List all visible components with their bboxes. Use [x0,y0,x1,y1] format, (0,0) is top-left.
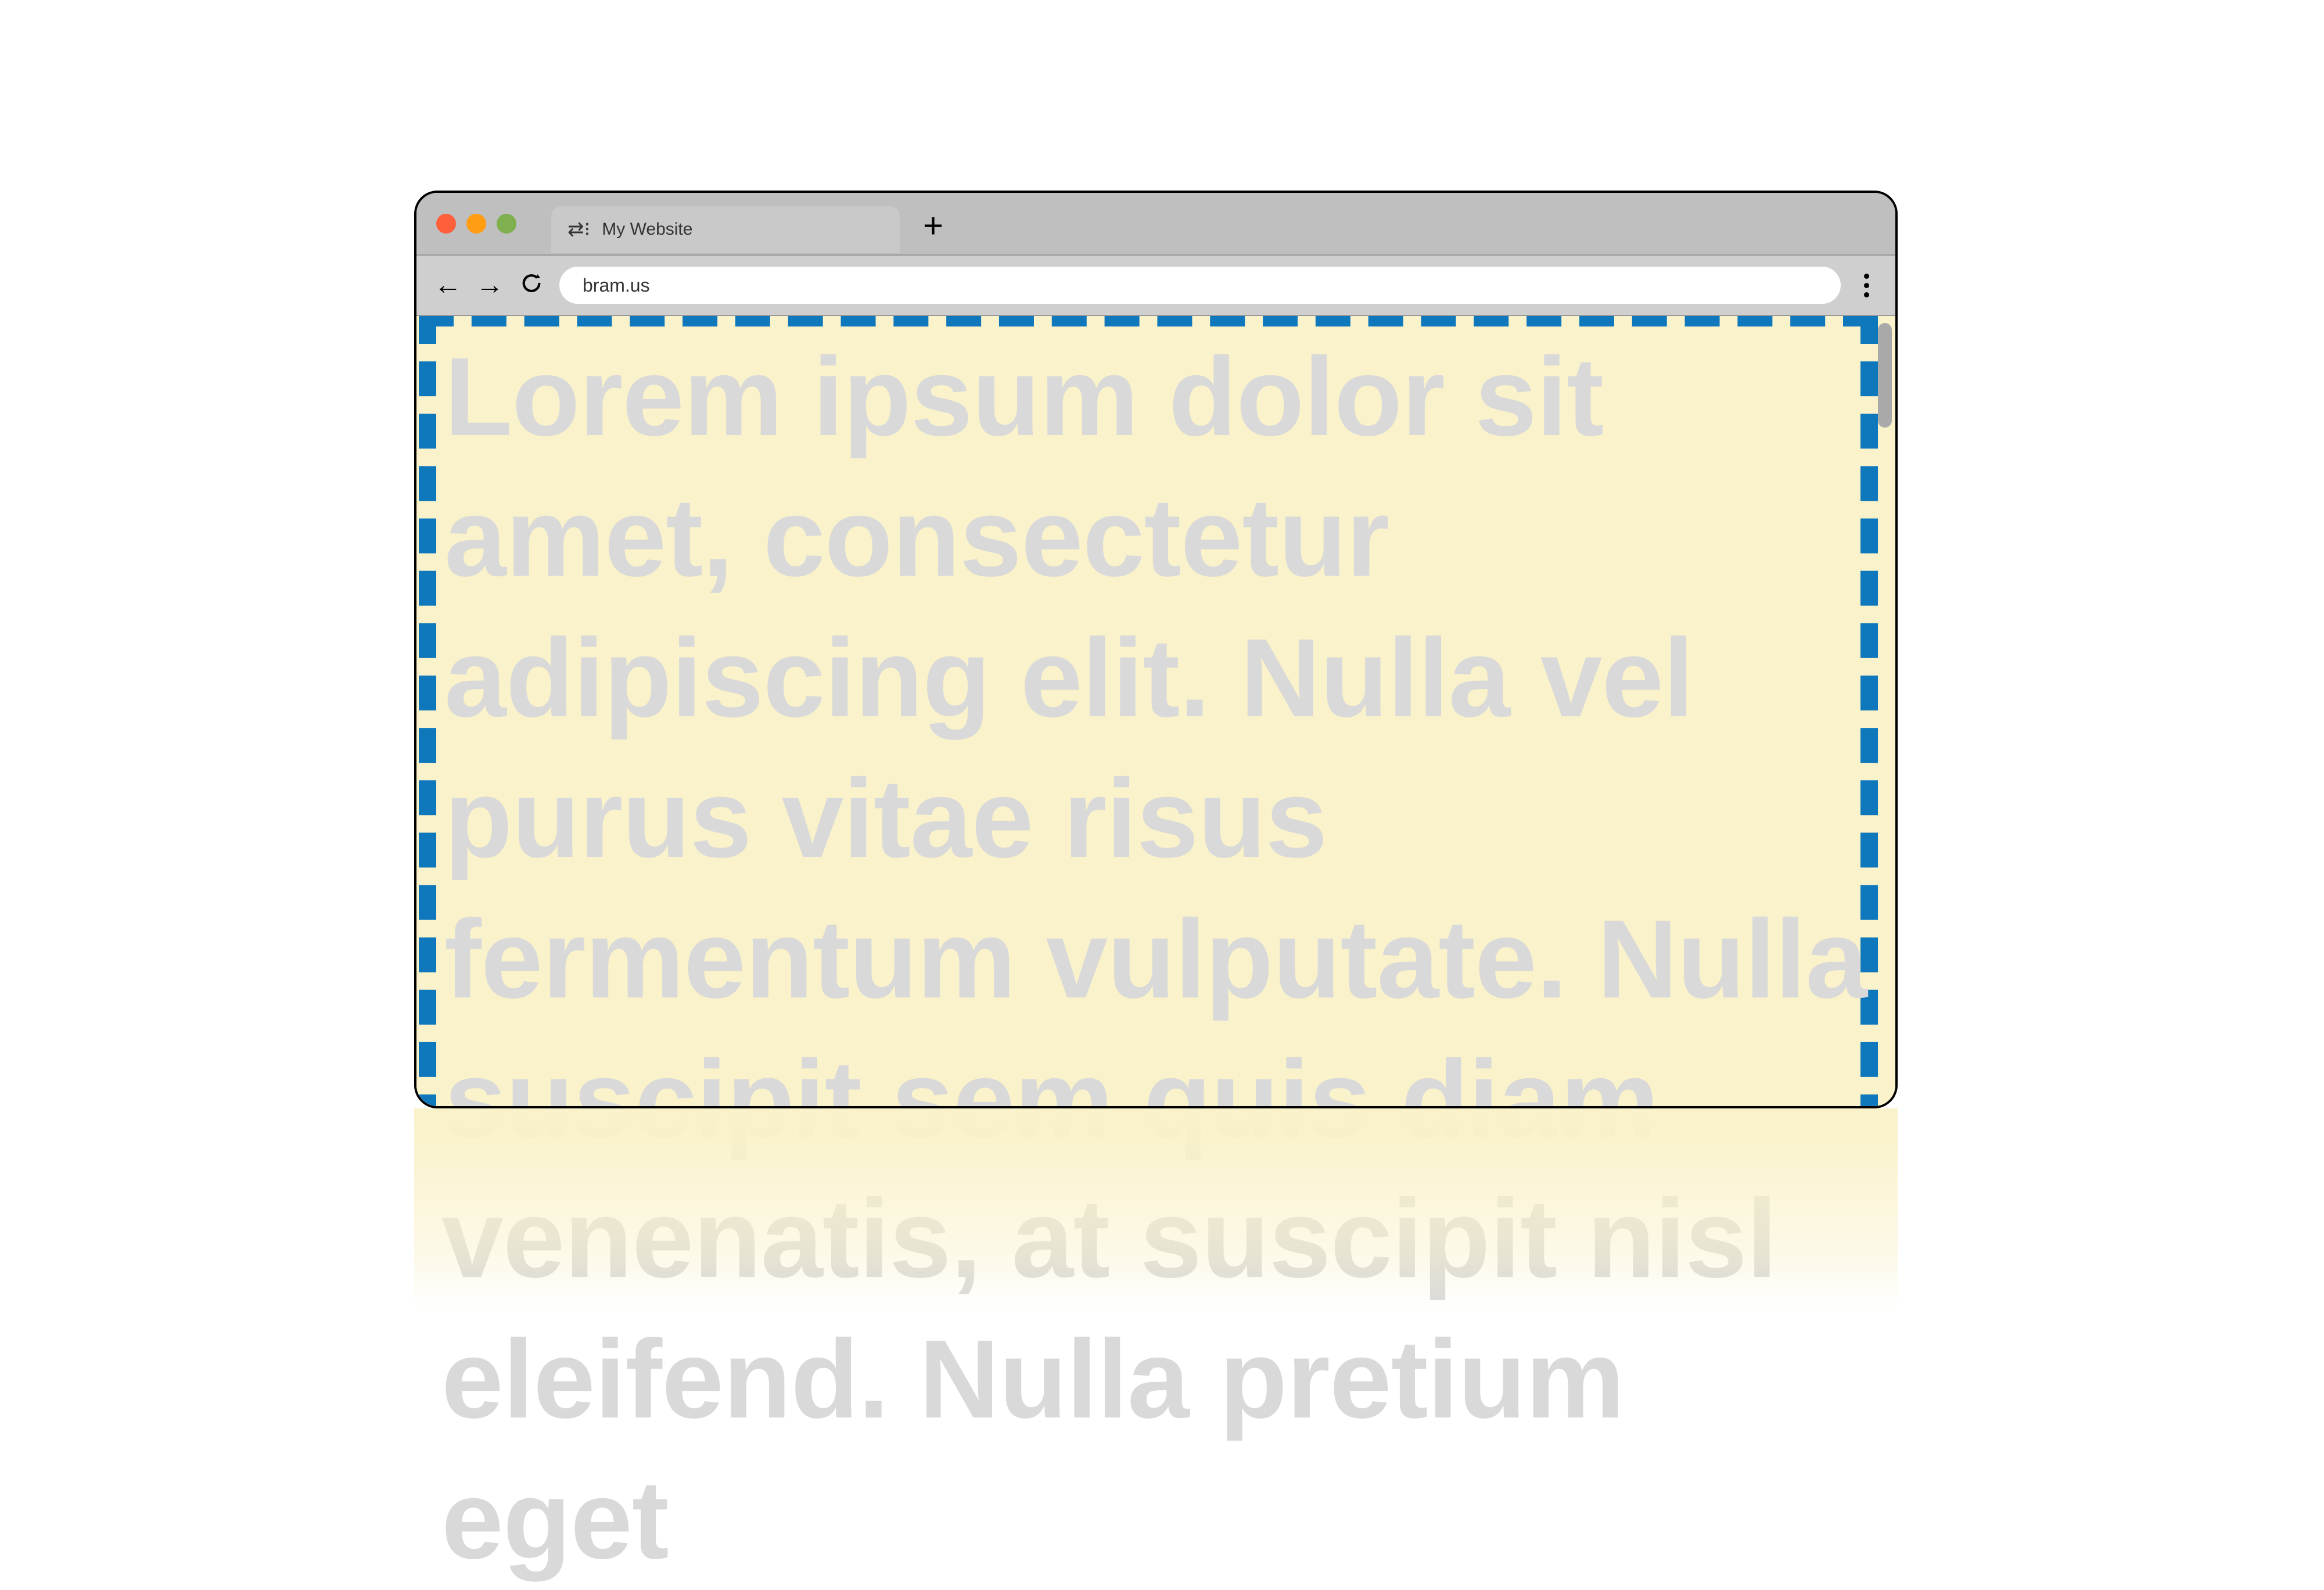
window-controls [436,214,516,234]
reload-icon [520,271,543,295]
close-window-button[interactable] [436,214,456,234]
site-icon: ⇄⁝ [567,220,590,239]
toolbar: ← → bram.us [416,256,1895,316]
minimize-window-button[interactable] [466,214,486,234]
browser-menu-button[interactable] [1855,274,1878,297]
maximize-window-button[interactable] [497,214,516,234]
new-tab-button[interactable]: + [923,209,943,243]
scrollbar-thumb[interactable] [1878,323,1892,428]
canvas-top-mask [0,0,2324,191]
tab-bar: ⇄⁝ My Website + [416,193,1895,256]
bottom-fade [414,1108,1898,1312]
forward-button[interactable]: → [476,271,504,299]
reload-button[interactable] [518,271,545,300]
browser-window: ⇄⁝ My Website + ← → bram.us Lorem ipsum … [414,191,1898,1108]
address-bar[interactable]: bram.us [559,267,1841,304]
page-viewport[interactable]: Lorem ipsum dolor sit amet, consectetur … [416,316,1895,1106]
url-text: bram.us [583,275,650,296]
page-body-text: Lorem ipsum dolor sit amet, consectetur … [444,326,1873,1106]
browser-tab[interactable]: ⇄⁝ My Website [551,206,900,253]
back-button[interactable]: ← [434,271,462,299]
tab-title: My Website [602,220,692,239]
